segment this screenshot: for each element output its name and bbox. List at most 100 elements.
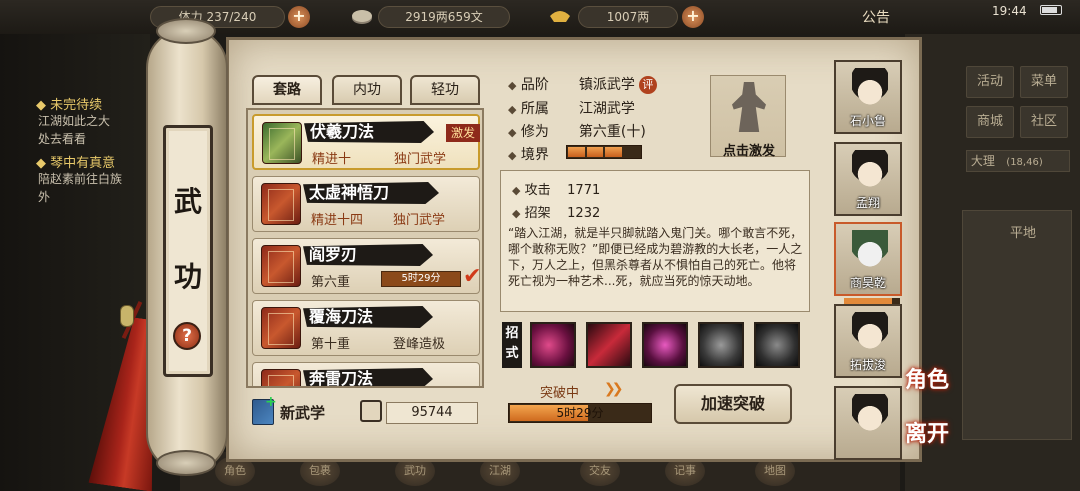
realm-segment [568, 147, 585, 157]
cultivation-row: ◆ 修为 第六重(十) [508, 121, 646, 141]
book-points-icon [360, 400, 382, 422]
character-card[interactable]: 石小鲁 [834, 60, 902, 134]
move-3-icon[interactable] [642, 322, 688, 368]
character-portrait [852, 312, 888, 356]
skill-timer: 5时29分 [381, 271, 461, 287]
tab-qinggong[interactable]: 轻功 [410, 75, 480, 105]
character-card[interactable] [834, 386, 902, 460]
parry-row: ◆ 招架 1232 [512, 206, 601, 221]
realm-segment [623, 147, 640, 157]
new-skill-button[interactable]: 新武学 [280, 402, 325, 423]
skill-item[interactable]: 太虚神悟刀 精进十四 独门武学 [252, 176, 480, 232]
quest-text-2: 陪赵素前往白族 外 [38, 172, 123, 204]
activated-badge: 激发 [446, 124, 480, 142]
skill-item[interactable]: 奔雷刀法 [252, 362, 480, 388]
cultivation-label: 修为 [520, 124, 549, 140]
check-icon: ✔ [463, 264, 482, 289]
skill-item[interactable]: 覆海刀法 第十重 登峰造极 [252, 300, 480, 356]
character-name: 拓拔浚 [849, 358, 886, 372]
breakthrough-bar: 5时29分 [508, 403, 652, 423]
rod-knob-top [156, 18, 216, 44]
plus-icon: + [265, 394, 277, 410]
cultivation-value: 第六重(十) [578, 124, 646, 140]
moves-label: 招式 [502, 322, 522, 368]
skill-name: 奔雷刀法 [309, 369, 374, 388]
character-portrait [852, 150, 888, 194]
events-button[interactable]: 活动 [966, 66, 1014, 98]
map-panel [962, 210, 1072, 440]
skill-book-icon [261, 183, 301, 225]
leave-button[interactable]: 离开 [905, 416, 949, 448]
terrain-label: 平地 [1010, 226, 1037, 241]
skill-book-icon [261, 245, 301, 287]
coin-icon [350, 6, 374, 26]
character-portrait [852, 230, 888, 274]
belong-row: ◆ 所属 江湖武学 [508, 98, 635, 118]
grade-label: 品阶 [520, 77, 549, 93]
move-4-icon[interactable] [698, 322, 744, 368]
character-card[interactable]: 孟翔 [834, 142, 902, 216]
quest-title-2[interactable]: ◆ 琴中有真意 [36, 152, 115, 171]
title-char-gong: 功 [173, 260, 202, 293]
skill-name: 太虚神悟刀 [309, 183, 390, 202]
activate-button[interactable]: 点击激发 [714, 140, 784, 159]
skill-progress: 精进十 [312, 152, 352, 167]
character-name: 石小鲁 [849, 114, 886, 128]
tab-neigong[interactable]: 内功 [332, 75, 402, 105]
character-card-selected[interactable]: 商昊乾 [834, 222, 902, 304]
skill-item[interactable]: 伏羲刀法 激发 精进十 独门武学 [252, 114, 480, 170]
tab-taolu[interactable]: 套路 [252, 75, 322, 105]
rod-knob-bottom [156, 450, 216, 476]
grade-row: ◆ 品阶 镇派武学评 [508, 74, 657, 94]
ingot-icon [548, 6, 572, 26]
money-display: 2919两659文 [378, 6, 510, 28]
clock: 19:44 [992, 4, 1027, 18]
grade-value: 镇派武学 [578, 77, 635, 93]
add-ingot-button[interactable]: + [682, 6, 704, 28]
skill-book-icon [261, 307, 301, 349]
skill-name: 覆海刀法 [309, 307, 374, 326]
review-badge[interactable]: 评 [638, 76, 657, 94]
notice-button[interactable]: 公告 [862, 7, 890, 27]
quest-text-1: 江湖如此之大 处去看看 [38, 114, 111, 146]
chevrons-icon: ❯❯ [604, 381, 624, 397]
belong-value: 江湖武学 [578, 101, 635, 117]
realm-segment [586, 147, 603, 157]
battery-icon [1040, 5, 1062, 15]
skill-points: 95744 [386, 402, 478, 424]
community-button[interactable]: 社区 [1020, 106, 1068, 138]
help-button[interactable]: ? [173, 322, 201, 350]
skill-progress: 第十重 [311, 337, 351, 352]
character-portrait [852, 68, 888, 112]
move-2-icon[interactable] [586, 322, 632, 368]
shop-button[interactable]: 商城 [966, 106, 1014, 138]
character-card[interactable]: 拓拔浚 [834, 304, 902, 378]
role-button[interactable]: 角色 [905, 362, 949, 394]
skill-type: 登峰造极 [393, 337, 446, 352]
skill-book-icon [262, 122, 302, 164]
attack-row: ◆ 攻击 1771 [512, 183, 601, 198]
character-name: 商昊乾 [849, 276, 886, 290]
character-portrait [852, 394, 888, 438]
skill-name: 伏羲刀法 [310, 122, 375, 141]
skill-progress: 精进十四 [311, 213, 364, 228]
menu-button[interactable]: 菜单 [1020, 66, 1068, 98]
breakthrough-label: 突破中 [540, 386, 580, 401]
skill-type: 独门武学 [394, 152, 447, 167]
skill-name: 阎罗刃 [309, 245, 358, 264]
speed-up-button[interactable]: 加速突破 [674, 384, 792, 424]
move-1-icon[interactable] [530, 322, 576, 368]
skill-description: “踏入江湖，就是半只脚就踏入鬼门关。哪个敢言不死，哪个敢称无败？”即便已经成为碧… [508, 226, 803, 288]
add-stamina-button[interactable]: + [288, 6, 310, 28]
skill-item[interactable]: 阎罗刃 第六重 5时29分 ✔ [252, 238, 482, 294]
quest-title-1[interactable]: ◆ 未完待续 [36, 94, 102, 113]
move-5-icon[interactable] [754, 322, 800, 368]
skill-list[interactable]: 伏羲刀法 激发 精进十 独门武学 太虚神悟刀 精进十四 独门武学 阎罗刃 第六重… [246, 108, 484, 388]
breakthrough-time: 5时29分 [556, 406, 604, 420]
character-name: 孟翔 [855, 196, 880, 210]
realm-bar [566, 145, 642, 159]
realm-segment [605, 147, 622, 157]
belong-label: 所属 [520, 101, 549, 117]
skill-progress: 第六重 [311, 275, 351, 290]
skill-type: 独门武学 [393, 213, 446, 228]
